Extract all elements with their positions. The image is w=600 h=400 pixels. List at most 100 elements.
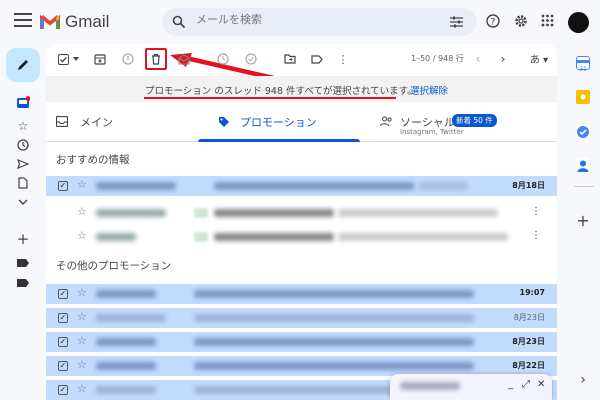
table-row[interactable]: ✓ ☆ 19:07 xyxy=(46,284,557,304)
star-icon[interactable]: ☆ xyxy=(16,119,30,133)
archive-icon[interactable] xyxy=(93,52,107,66)
row-date: 8月23日 xyxy=(513,313,545,322)
row-date: 8月23日 xyxy=(512,337,545,346)
tab-label: プロモーション xyxy=(240,116,317,129)
tab-subtitle: Instagram, Twitter xyxy=(400,128,464,136)
expand-icon[interactable]: ⤢ xyxy=(522,379,530,390)
red-underline xyxy=(144,97,396,99)
compose-drawer[interactable]: _ ⤢ ✕ xyxy=(390,374,552,400)
selection-message: プロモーション のスレッド 948 件すべてが選択されています。 xyxy=(145,86,417,97)
search-input[interactable] xyxy=(196,13,426,26)
move-icon[interactable] xyxy=(283,52,297,66)
star-icon[interactable]: ☆ xyxy=(77,310,87,323)
more-icon[interactable]: ⋮ xyxy=(531,206,541,217)
file-icon[interactable] xyxy=(16,176,30,190)
input-tools-select[interactable]: あ ▾ xyxy=(530,51,548,66)
plus-icon[interactable]: + xyxy=(576,213,590,229)
row-checkbox[interactable]: ✓ xyxy=(58,313,68,323)
section-title-recommended: おすすめの情報 xyxy=(56,154,130,166)
star-icon[interactable]: ☆ xyxy=(77,205,87,218)
label-icon[interactable] xyxy=(16,276,30,290)
tune-icon[interactable] xyxy=(450,16,463,28)
svg-text:?: ? xyxy=(491,18,496,28)
section-title-others: その他のプロモーション xyxy=(56,260,172,272)
row-checkbox[interactable]: ✓ xyxy=(58,361,68,371)
category-tabs: メイン プロモーション ソーシャル 新着 50 件 Instagram, Twi… xyxy=(46,102,557,142)
close-icon[interactable]: ✕ xyxy=(537,379,545,390)
tag-icon xyxy=(219,117,229,127)
inbox-icon[interactable] xyxy=(16,96,30,110)
table-row[interactable]: ✓ ☆ 8月18日 xyxy=(46,176,557,196)
svg-text:31: 31 xyxy=(579,66,587,72)
clear-selection-link[interactable]: 選択解除 xyxy=(410,83,448,97)
tab-promotions[interactable]: プロモーション xyxy=(198,102,368,142)
divider xyxy=(574,186,594,187)
table-row[interactable]: ✓ ☆ 8月22日 xyxy=(46,356,557,376)
star-icon[interactable]: ☆ xyxy=(77,286,87,299)
snooze-icon[interactable] xyxy=(216,52,230,66)
tab-primary[interactable]: メイン xyxy=(56,102,206,142)
tab-social[interactable]: ソーシャル 新着 50 件 Instagram, Twitter xyxy=(380,102,550,142)
row-checkbox[interactable]: ✓ xyxy=(58,337,68,347)
selection-banner: プロモーション のスレッド 948 件すべてが選択されています。 選択解除 xyxy=(46,76,557,102)
prev-page-icon[interactable]: ‹ xyxy=(471,52,485,66)
search-bar[interactable] xyxy=(162,8,477,36)
star-icon[interactable]: ☆ xyxy=(77,382,87,395)
row-checkbox[interactable]: ✓ xyxy=(58,385,68,395)
chevron-down-icon[interactable] xyxy=(16,195,30,209)
select-chevron-icon[interactable] xyxy=(69,52,83,66)
star-icon[interactable]: ☆ xyxy=(77,334,87,347)
mail-icon[interactable] xyxy=(177,52,191,66)
gmail-logo[interactable]: Gmail xyxy=(40,12,109,32)
minimize-icon[interactable]: _ xyxy=(508,379,513,390)
row-date: 8月18日 xyxy=(512,181,545,190)
app-title: Gmail xyxy=(65,12,110,31)
draft-title xyxy=(400,382,460,390)
star-icon[interactable]: ☆ xyxy=(77,358,87,371)
table-row[interactable]: ✓ ☆ 8月23日 xyxy=(46,332,557,352)
send-icon[interactable] xyxy=(16,157,30,171)
row-date: 19:07 xyxy=(519,288,545,297)
new-count-badge: 新着 50 件 xyxy=(452,114,497,127)
label-icon[interactable] xyxy=(16,256,30,270)
table-row[interactable]: ☆ ⋮ xyxy=(46,203,557,223)
tasks-icon[interactable] xyxy=(576,124,590,138)
chevron-right-icon[interactable]: › xyxy=(576,373,590,388)
next-page-icon[interactable]: › xyxy=(496,52,510,66)
more-icon[interactable]: ⋮ xyxy=(336,52,350,66)
table-row[interactable]: ☆ ⋮ xyxy=(46,227,557,247)
row-checkbox[interactable]: ✓ xyxy=(58,181,68,191)
tag-icon[interactable] xyxy=(310,52,324,66)
hamburger-icon[interactable] xyxy=(14,13,32,27)
pencil-icon xyxy=(18,60,28,70)
mail-list-panel: ⋮ 1–50 / 948 行 ‹ › あ ▾ プロモーション のスレッド 948… xyxy=(46,44,557,400)
gear-icon[interactable] xyxy=(514,14,528,28)
row-date: 8月22日 xyxy=(512,361,545,370)
select-all-checkbox[interactable] xyxy=(56,52,70,66)
plus-icon[interactable]: + xyxy=(16,232,30,247)
row-checkbox[interactable]: ✓ xyxy=(58,289,68,299)
keep-icon[interactable] xyxy=(576,90,590,104)
mail-toolbar: ⋮ 1–50 / 948 行 ‹ › あ ▾ xyxy=(46,44,557,83)
calendar-icon[interactable]: 31 xyxy=(576,56,590,73)
apps-icon[interactable] xyxy=(541,14,554,27)
compose-button[interactable] xyxy=(6,48,40,82)
side-apps-panel: 31 + › xyxy=(568,44,600,400)
avatar[interactable] xyxy=(568,12,589,33)
page-info: 1–50 / 948 行 xyxy=(411,54,464,63)
gmail-m-icon xyxy=(40,14,60,29)
help-icon[interactable]: ? xyxy=(486,14,500,28)
contacts-icon[interactable] xyxy=(576,158,590,172)
active-tab-indicator xyxy=(198,139,360,142)
table-row[interactable]: ✓ ☆ 8月23日 xyxy=(46,308,557,328)
star-icon[interactable]: ☆ xyxy=(77,178,87,191)
trash-highlight-box xyxy=(145,48,167,70)
more-icon[interactable]: ⋮ xyxy=(531,230,541,241)
report-icon[interactable] xyxy=(121,52,135,66)
clock-icon[interactable] xyxy=(16,138,30,152)
inbox-tab-icon xyxy=(56,116,68,127)
star-icon[interactable]: ☆ xyxy=(77,229,87,242)
left-rail: ☆ + xyxy=(0,44,44,400)
search-icon[interactable] xyxy=(172,15,186,29)
task-icon[interactable] xyxy=(244,52,258,66)
